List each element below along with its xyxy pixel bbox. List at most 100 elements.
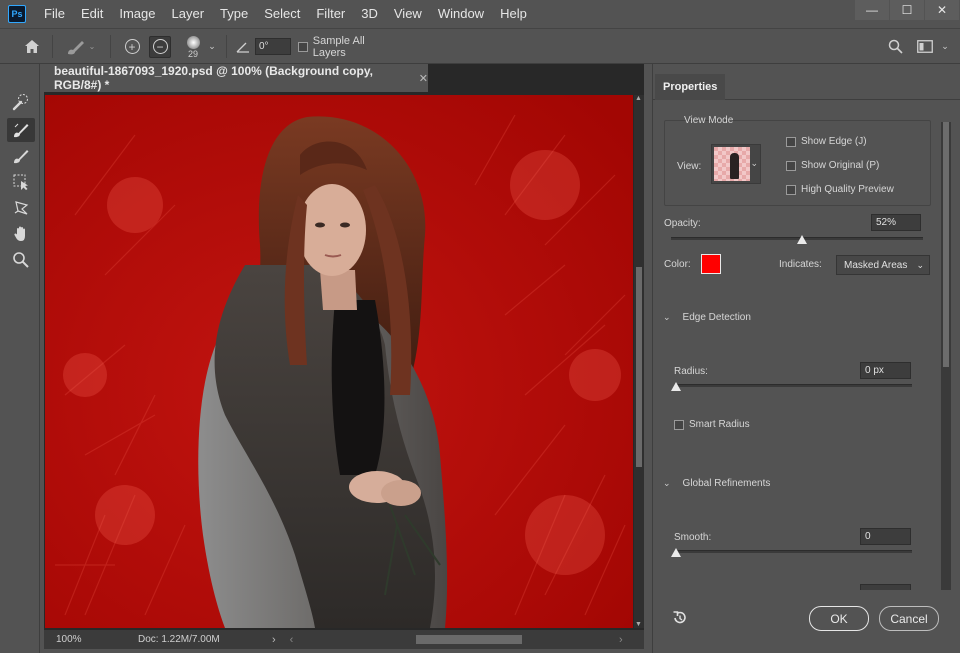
menu-edit[interactable]: Edit <box>73 0 111 28</box>
canvas-horizontal-scroll-thumb[interactable] <box>416 635 522 644</box>
show-original-option[interactable]: Show Original (P) <box>786 160 879 171</box>
smart-radius-option[interactable]: Smart Radius <box>674 419 750 430</box>
opacity-slider-knob[interactable] <box>797 235 808 244</box>
color-label: Color: <box>664 259 691 270</box>
canvas-vertical-scrollbar[interactable]: ▲ ▼ <box>634 95 644 628</box>
status-bar: 100% Doc: 1.22M/7.00M › ‹ › <box>44 630 644 649</box>
close-document-icon[interactable]: ✕ <box>419 72 428 85</box>
quick-selection-tool-icon[interactable] <box>7 90 35 114</box>
workspace-icon[interactable] <box>914 29 936 64</box>
canvas-vertical-scroll-thumb[interactable] <box>636 267 642 467</box>
tool-preset-picker[interactable]: ⌄ <box>60 29 100 64</box>
menu-filter[interactable]: Filter <box>308 0 353 28</box>
doc-size: Doc: 1.22M/7.00M <box>138 634 220 645</box>
sample-all-layers-checkbox[interactable] <box>298 41 308 52</box>
brush-preset-icon <box>67 40 84 54</box>
menu-select[interactable]: Select <box>256 0 308 28</box>
view-mode-picker[interactable]: ⌄ <box>711 144 761 184</box>
brush-size-picker[interactable]: 29 <box>180 29 206 64</box>
scroll-up-icon[interactable]: ▲ <box>635 95 642 102</box>
sample-all-layers[interactable]: Sample All Layers <box>298 29 398 64</box>
image-canvas[interactable] <box>45 95 633 628</box>
radius-slider-track[interactable] <box>676 384 912 387</box>
global-refinements-section[interactable]: ⌄ Global Refinements <box>663 478 770 489</box>
scroll-right-icon[interactable]: › <box>619 634 623 646</box>
home-icon[interactable] <box>20 29 44 64</box>
global-refinements-title: Global Refinements <box>682 478 771 489</box>
angle-field-wrap: 0° <box>254 29 292 64</box>
status-menu-chevron-icon[interactable]: › <box>272 634 276 646</box>
window-controls: — ☐ ✕ <box>855 0 960 24</box>
smooth-slider-knob[interactable] <box>671 548 681 557</box>
edge-detection-title: Edge Detection <box>682 312 751 323</box>
smart-radius-checkbox[interactable] <box>674 419 684 430</box>
tab-properties[interactable]: Properties <box>655 74 726 100</box>
show-edge-option[interactable]: Show Edge (J) <box>786 136 867 147</box>
cancel-button[interactable]: Cancel <box>879 606 939 631</box>
brush-tool-icon[interactable] <box>7 144 35 168</box>
menu-3d[interactable]: 3D <box>353 0 386 28</box>
brush-size-value: 29 <box>187 49 198 59</box>
minus-circle-icon: − <box>152 39 168 54</box>
angle-input[interactable]: 0° <box>255 38 291 55</box>
ok-button[interactable]: OK <box>809 606 869 631</box>
smooth-slider-track[interactable] <box>676 550 912 553</box>
menu-view[interactable]: View <box>386 0 430 28</box>
smooth-label: Smooth: <box>674 532 712 543</box>
photoshop-logo[interactable]: Ps <box>8 5 26 23</box>
tools-panel <box>0 64 40 653</box>
brush-size-chevron-icon[interactable]: ⌄ <box>206 29 218 64</box>
scroll-left-icon[interactable]: ‹ <box>290 634 294 646</box>
opacity-label: Opacity: <box>664 218 701 229</box>
subtract-from-selection-button[interactable]: − <box>148 29 172 64</box>
scroll-down-icon[interactable]: ▼ <box>635 621 642 628</box>
chevron-down-icon: ⌄ <box>916 259 924 270</box>
menu-bar: Ps File Edit Image Layer Type Select Fil… <box>0 0 960 28</box>
menu-help[interactable]: Help <box>492 0 535 28</box>
properties-scroll-thumb[interactable] <box>943 122 949 367</box>
zoom-level[interactable]: 100% <box>56 634 116 645</box>
opacity-input[interactable]: 52% <box>871 214 921 231</box>
options-bar: ⌄ + − 29 ⌄ 0° Sample All Layers ⌄ <box>0 28 960 64</box>
search-icon[interactable] <box>884 29 906 64</box>
document-tab[interactable]: beautiful-1867093_1920.psd @ 100% (Backg… <box>44 64 428 92</box>
smart-radius-label: Smart Radius <box>689 419 750 430</box>
add-to-selection-button[interactable]: + <box>120 29 144 64</box>
workspace-chevron-icon[interactable]: ⌄ <box>938 29 952 64</box>
show-original-checkbox[interactable] <box>786 160 796 171</box>
object-selection-tool-icon[interactable] <box>7 170 35 194</box>
expand-chevron-icon: ⌄ <box>663 478 671 488</box>
menu-file[interactable]: File <box>36 0 73 28</box>
radius-slider-knob[interactable] <box>671 382 681 391</box>
radius-input[interactable]: 0 px <box>860 362 911 379</box>
smooth-input[interactable]: 0 <box>860 528 911 545</box>
hand-tool-icon[interactable] <box>7 222 35 246</box>
menu-layer[interactable]: Layer <box>164 0 213 28</box>
angle-icon <box>234 29 252 64</box>
view-mode-chevron-icon: ⌄ <box>750 158 758 168</box>
maximize-button[interactable]: ☐ <box>890 0 924 20</box>
feather-input-partial[interactable] <box>860 584 911 590</box>
edge-detection-section[interactable]: ⌄ Edge Detection <box>663 312 751 323</box>
close-window-button[interactable]: ✕ <box>925 0 959 20</box>
overlay-color-swatch[interactable] <box>701 254 721 274</box>
menu-window[interactable]: Window <box>430 0 492 28</box>
show-edge-checkbox[interactable] <box>786 136 796 147</box>
menu-type[interactable]: Type <box>212 0 256 28</box>
minimize-button[interactable]: — <box>855 0 889 20</box>
menu-image[interactable]: Image <box>111 0 163 28</box>
properties-header: Properties <box>653 74 960 100</box>
show-original-label: Show Original (P) <box>801 160 880 171</box>
properties-panel: Properties View Mode View: ⌄ Show Edge (… <box>652 64 960 653</box>
view-mode-title: View Mode <box>684 115 734 126</box>
properties-scrollbar[interactable] <box>941 122 951 590</box>
indicates-dropdown[interactable]: Masked Areas ⌄ <box>836 255 930 275</box>
lasso-tool-icon[interactable] <box>7 196 35 220</box>
zoom-tool-icon[interactable] <box>7 248 35 272</box>
refine-edge-brush-tool-icon[interactable] <box>7 118 35 142</box>
indicates-value: Masked Areas <box>844 259 908 271</box>
chevron-down-icon: ⌄ <box>88 42 96 51</box>
high-quality-preview-option[interactable]: High Quality Preview <box>786 184 894 195</box>
high-quality-preview-checkbox[interactable] <box>786 184 796 195</box>
reset-icon[interactable] <box>671 609 691 629</box>
